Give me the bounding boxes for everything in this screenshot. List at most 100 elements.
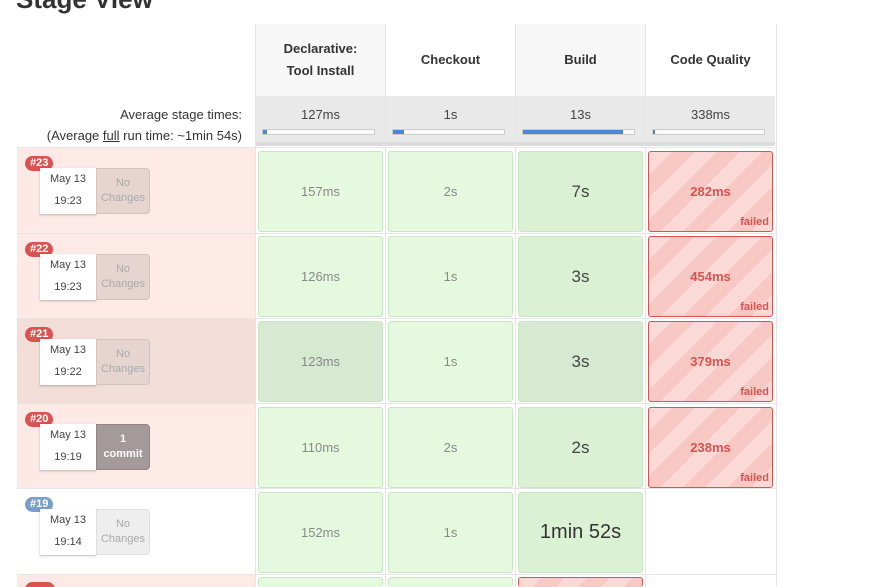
build-row[interactable]: #20 May 13 19:19 1 commit [17,404,255,489]
stage-cell[interactable]: 3s [518,321,643,402]
stage-header-build: Build [516,24,645,96]
stage-header-code-quality: Code Quality [646,24,775,96]
stage-header-line1: Declarative: [283,41,358,56]
avg-progress-fill [653,130,656,134]
failed-tag: failed [740,216,769,228]
avg-progress-track [392,129,505,135]
build-date-day: May 13 [49,429,87,441]
stage-header-label: Code Quality [670,52,751,67]
avg-cell-shadow [256,142,385,146]
build-date-time: 19:23 [54,195,82,207]
stage-cell[interactable]: 110ms [258,407,383,488]
stage-cell-failed[interactable]: 238ms failed [648,407,773,488]
avg-time: 338ms [690,107,731,122]
build-date-day: May 13 [49,259,87,271]
commits-button[interactable]: 1 commit [96,424,150,470]
changes-button[interactable]: No Changes [96,168,150,214]
build-date-time: 19:22 [54,366,82,378]
stage-cell-partial-failed[interactable] [518,577,643,587]
build-date-day: May 13 [49,344,87,356]
stage-cell[interactable]: 1s [388,321,513,402]
avg-cell-shadow [516,142,645,146]
stage-view-grid: Declarative: Tool Install Checkout Build … [0,0,892,587]
avg-time: 1s [443,107,458,122]
column-separator [776,24,777,587]
stage-header-label: Checkout [420,52,481,67]
avg-progress-track [652,129,765,135]
build-row[interactable]: #23 May 13 19:23 No Changes [17,148,255,233]
stage-cell-failed[interactable]: 454ms failed [648,236,773,317]
failed-tag: failed [740,472,769,484]
build-date: May 13 19:19 [40,424,96,470]
stage-cell[interactable]: 126ms [258,236,383,317]
avg-cell-shadow [386,142,515,146]
changes-line2: Changes [100,363,146,375]
failed-tag: failed [740,386,769,398]
build-row[interactable]: #19 May 13 19:14 No Changes [17,489,255,574]
changes-line1: No [115,348,131,360]
stage-cell[interactable]: 1s [388,492,513,573]
changes-line1: No [115,177,131,189]
failed-tag: failed [740,301,769,313]
changes-button[interactable]: No Changes [96,254,150,300]
stage-cell[interactable]: 123ms [258,321,383,402]
build-number-badge[interactable] [25,582,55,587]
avg-cell-checkout: 1s [386,96,515,146]
stage-header-label: Build [564,52,597,67]
build-date-day: May 13 [49,514,87,526]
avg-cell-tool-install: 127ms [256,96,385,146]
build-date-time: 19:23 [54,281,82,293]
stage-cell[interactable]: 1s [388,236,513,317]
stage-cell-failed[interactable]: 379ms failed [648,321,773,402]
stage-cell-duration: 454ms [690,269,731,284]
stage-cell-partial[interactable] [388,577,513,587]
stage-cell[interactable]: 3s [518,236,643,317]
avg-progress-track [262,129,375,135]
stage-cell[interactable]: 2s [518,407,643,488]
stage-cell[interactable]: 7s [518,151,643,232]
stage-cell-duration: 282ms [690,184,731,199]
stage-cell[interactable]: 2s [388,151,513,232]
build-date-day: May 13 [49,173,87,185]
avg-progress-track [522,129,635,135]
average-stage-times-label: Average stage times: [120,107,242,122]
changes-line2: commit [103,448,143,460]
stage-header-tool-install: Declarative: Tool Install [256,24,385,96]
changes-line1: No [115,518,131,530]
avg-time: 127ms [300,107,341,122]
stage-cell-duration: 379ms [690,354,731,369]
changes-line2: Changes [100,533,146,545]
changes-button[interactable]: No Changes [96,339,150,385]
stage-cell[interactable]: 152ms [258,492,383,573]
build-row-partial[interactable] [17,575,255,587]
avg-cell-build: 13s [516,96,645,146]
build-row[interactable]: #21 May 13 19:22 No Changes [17,319,255,404]
build-date: May 13 19:23 [40,168,96,214]
changes-button[interactable]: No Changes [96,509,150,555]
stage-cell[interactable]: 157ms [258,151,383,232]
stage-cell-partial[interactable] [258,577,383,587]
avg-cell-shadow [646,142,775,146]
average-run-suffix: run time: ~1min 54s) [119,128,242,143]
build-date: May 13 19:23 [40,254,96,300]
avg-cell-code-quality: 338ms [646,96,775,146]
average-run-time-label: (Average full run time: ~1min 54s) [47,128,242,143]
stage-cell-failed[interactable]: 282ms failed [648,151,773,232]
build-row[interactable]: #22 May 13 19:23 No Changes [17,234,255,319]
stage-cell-duration: 238ms [690,440,731,455]
build-date: May 13 19:22 [40,339,96,385]
build-date-time: 19:14 [54,536,82,548]
full-run-link[interactable]: full [103,128,120,143]
stage-header-checkout: Checkout [386,24,515,96]
avg-progress-fill [263,130,268,134]
avg-progress-fill [523,130,623,134]
build-date-time: 19:19 [54,451,82,463]
build-date: May 13 19:14 [40,509,96,555]
stage-header-line2: Tool Install [286,63,355,78]
changes-line2: Changes [100,192,146,204]
changes-line1: 1 [119,433,127,445]
avg-time: 13s [570,107,591,122]
stage-cell[interactable]: 2s [388,407,513,488]
avg-progress-fill [393,130,405,134]
stage-cell[interactable]: 1min 52s [518,492,643,573]
